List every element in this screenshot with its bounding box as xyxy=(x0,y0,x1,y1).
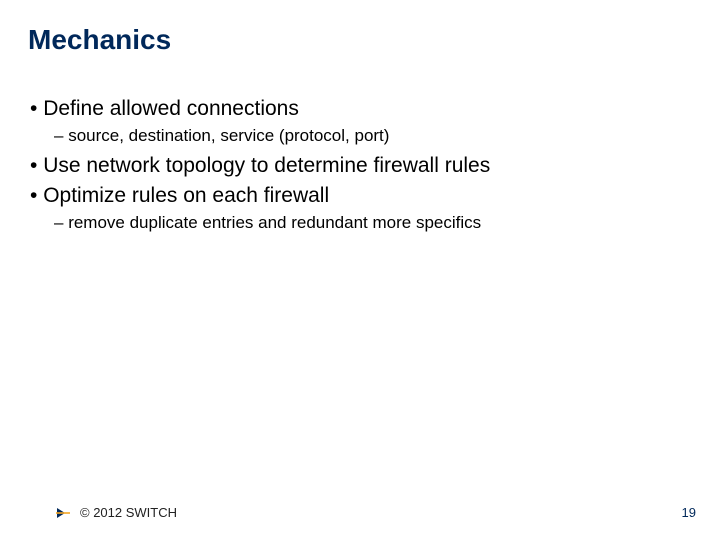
slide: Mechanics Define allowed connections sou… xyxy=(0,0,720,540)
bullet-level1: Define allowed connections xyxy=(30,96,692,122)
footer: © 2012 SWITCH 19 xyxy=(0,498,720,520)
bullet-level2: source, destination, service (protocol, … xyxy=(54,125,692,147)
bullet-list: Define allowed connections source, desti… xyxy=(30,96,692,234)
page-number: 19 xyxy=(682,505,696,520)
slide-title: Mechanics xyxy=(28,24,692,56)
switch-logo-icon xyxy=(56,506,70,520)
bullet-level2: remove duplicate entries and redundant m… xyxy=(54,212,692,234)
bullet-level1: Optimize rules on each firewall xyxy=(30,183,692,209)
copyright-text: © 2012 SWITCH xyxy=(80,505,177,520)
bullet-level1: Use network topology to determine firewa… xyxy=(30,153,692,179)
